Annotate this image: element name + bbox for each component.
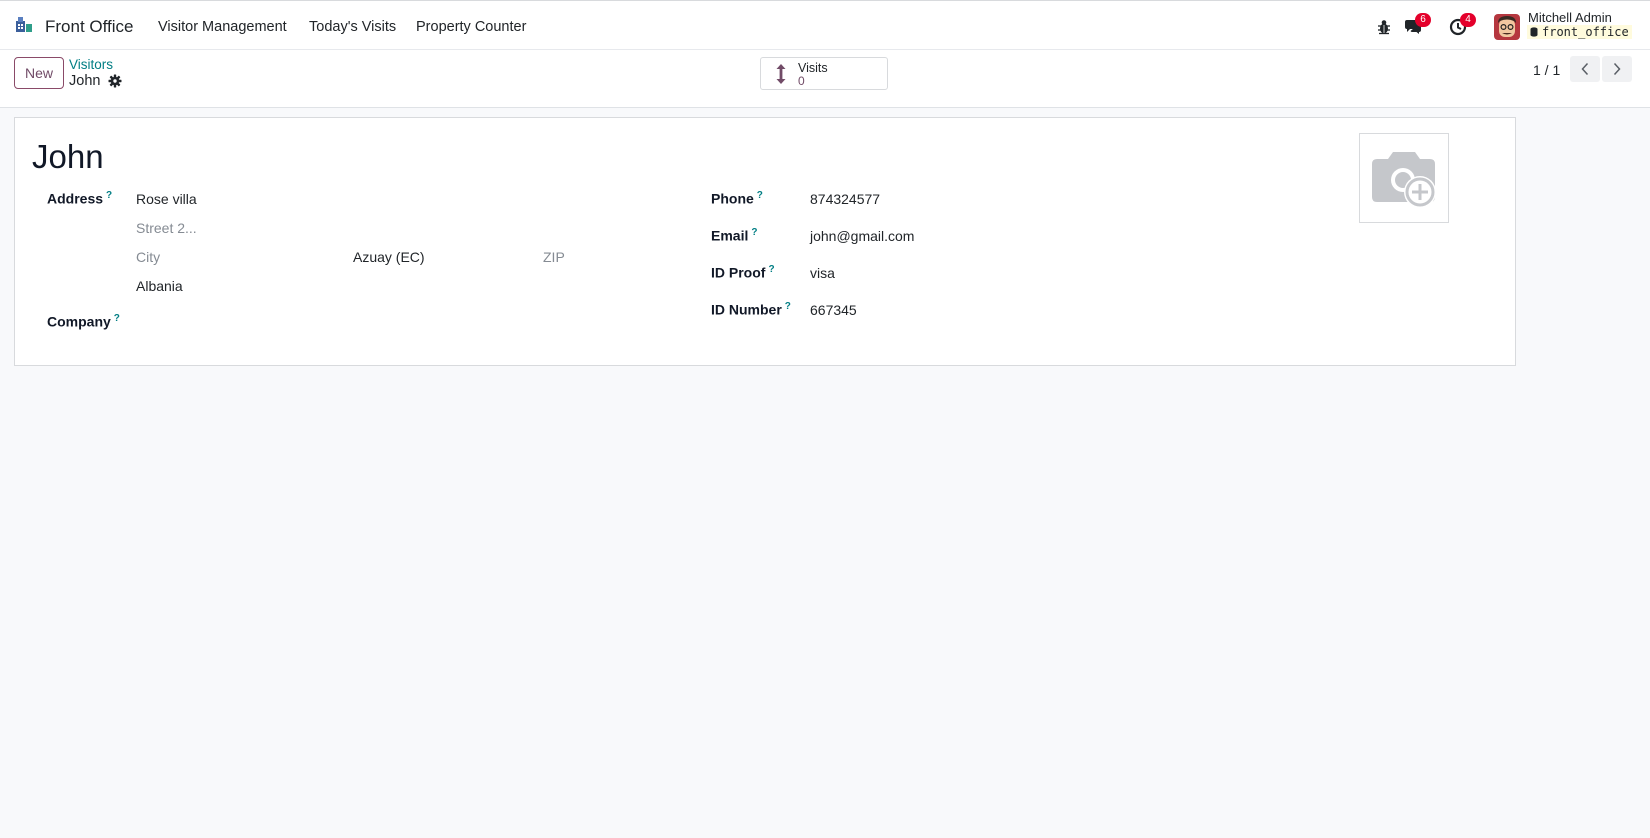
visits-count: 0 (798, 74, 805, 88)
company-field[interactable] (136, 314, 536, 332)
id-number-help-icon[interactable]: ? (785, 301, 791, 312)
address-label-text: Address (47, 190, 104, 207)
state-field[interactable]: Azuay (EC) (353, 249, 425, 265)
phone-label-text: Phone (711, 190, 754, 207)
messages-count-badge: 6 (1415, 13, 1431, 27)
id-number-field[interactable]: 667345 (810, 302, 857, 318)
email-field[interactable]: john@gmail.com (810, 228, 914, 244)
pager-value[interactable]: 1 / 1 (1533, 62, 1560, 78)
control-panel: New Visitors John Visits 0 1 / 1 (0, 50, 1650, 108)
menu-visitor-management[interactable]: Visitor Management (158, 19, 287, 35)
top-navbar: Front Office Visitor Management Today's … (0, 0, 1650, 50)
activities-clock-icon[interactable]: 4 (1448, 13, 1476, 37)
email-help-icon[interactable]: ? (751, 227, 757, 238)
menu-todays-visits[interactable]: Today's Visits (309, 19, 396, 35)
app-name[interactable]: Front Office (45, 17, 134, 37)
visits-label: Visits (798, 61, 828, 75)
photo-upload[interactable] (1359, 133, 1449, 223)
phone-help-icon[interactable]: ? (757, 190, 763, 201)
database-name: front_office (1542, 25, 1629, 39)
form-sheet: John Address? Rose villa Street 2... Cit… (14, 117, 1516, 366)
activities-count-badge: 4 (1460, 13, 1476, 27)
front-office-app-icon[interactable] (15, 15, 33, 33)
address-label: Address? (47, 190, 112, 207)
zip-field[interactable]: ZIP (543, 249, 565, 265)
id-proof-label: ID Proof? (711, 264, 775, 281)
chevron-right-icon (1613, 62, 1621, 76)
city-field[interactable]: City (136, 249, 160, 265)
phone-field[interactable]: 874324577 (810, 191, 880, 207)
company-label-text: Company (47, 313, 111, 330)
messages-icon[interactable]: 6 (1403, 13, 1431, 37)
gear-icon[interactable] (108, 74, 122, 88)
address-help-icon[interactable]: ? (106, 190, 112, 201)
id-proof-label-text: ID Proof (711, 264, 766, 281)
id-proof-help-icon[interactable]: ? (768, 264, 774, 275)
street2-field[interactable]: Street 2... (136, 220, 197, 236)
camera-plus-icon (1372, 152, 1436, 208)
id-number-label: ID Number? (711, 301, 791, 318)
arrows-vertical-icon (776, 64, 786, 84)
id-proof-field[interactable]: visa (810, 265, 835, 281)
database-indicator: front_office (1527, 25, 1632, 39)
visits-smart-button[interactable]: Visits 0 (760, 57, 888, 90)
company-help-icon[interactable]: ? (114, 313, 120, 324)
street-field[interactable]: Rose villa (136, 191, 197, 207)
new-button[interactable]: New (14, 57, 64, 89)
company-label: Company? (47, 313, 120, 330)
breadcrumb-current: John (69, 73, 101, 89)
id-number-label-text: ID Number (711, 301, 782, 318)
chevron-left-icon (1581, 62, 1589, 76)
country-field[interactable]: Albania (136, 278, 183, 294)
pager-next-button[interactable] (1602, 56, 1632, 82)
breadcrumb-visitors[interactable]: Visitors (69, 57, 113, 72)
user-avatar[interactable] (1494, 14, 1520, 40)
email-label-text: Email (711, 227, 749, 244)
debug-bug-icon[interactable] (1374, 17, 1394, 37)
database-icon (1530, 27, 1538, 37)
phone-label: Phone? (711, 190, 763, 207)
visitor-name-field[interactable]: John (32, 138, 104, 176)
email-label: Email? (711, 227, 757, 244)
user-name[interactable]: Mitchell Admin (1528, 10, 1612, 25)
menu-property-counter[interactable]: Property Counter (416, 19, 526, 35)
pager-previous-button[interactable] (1570, 56, 1600, 82)
